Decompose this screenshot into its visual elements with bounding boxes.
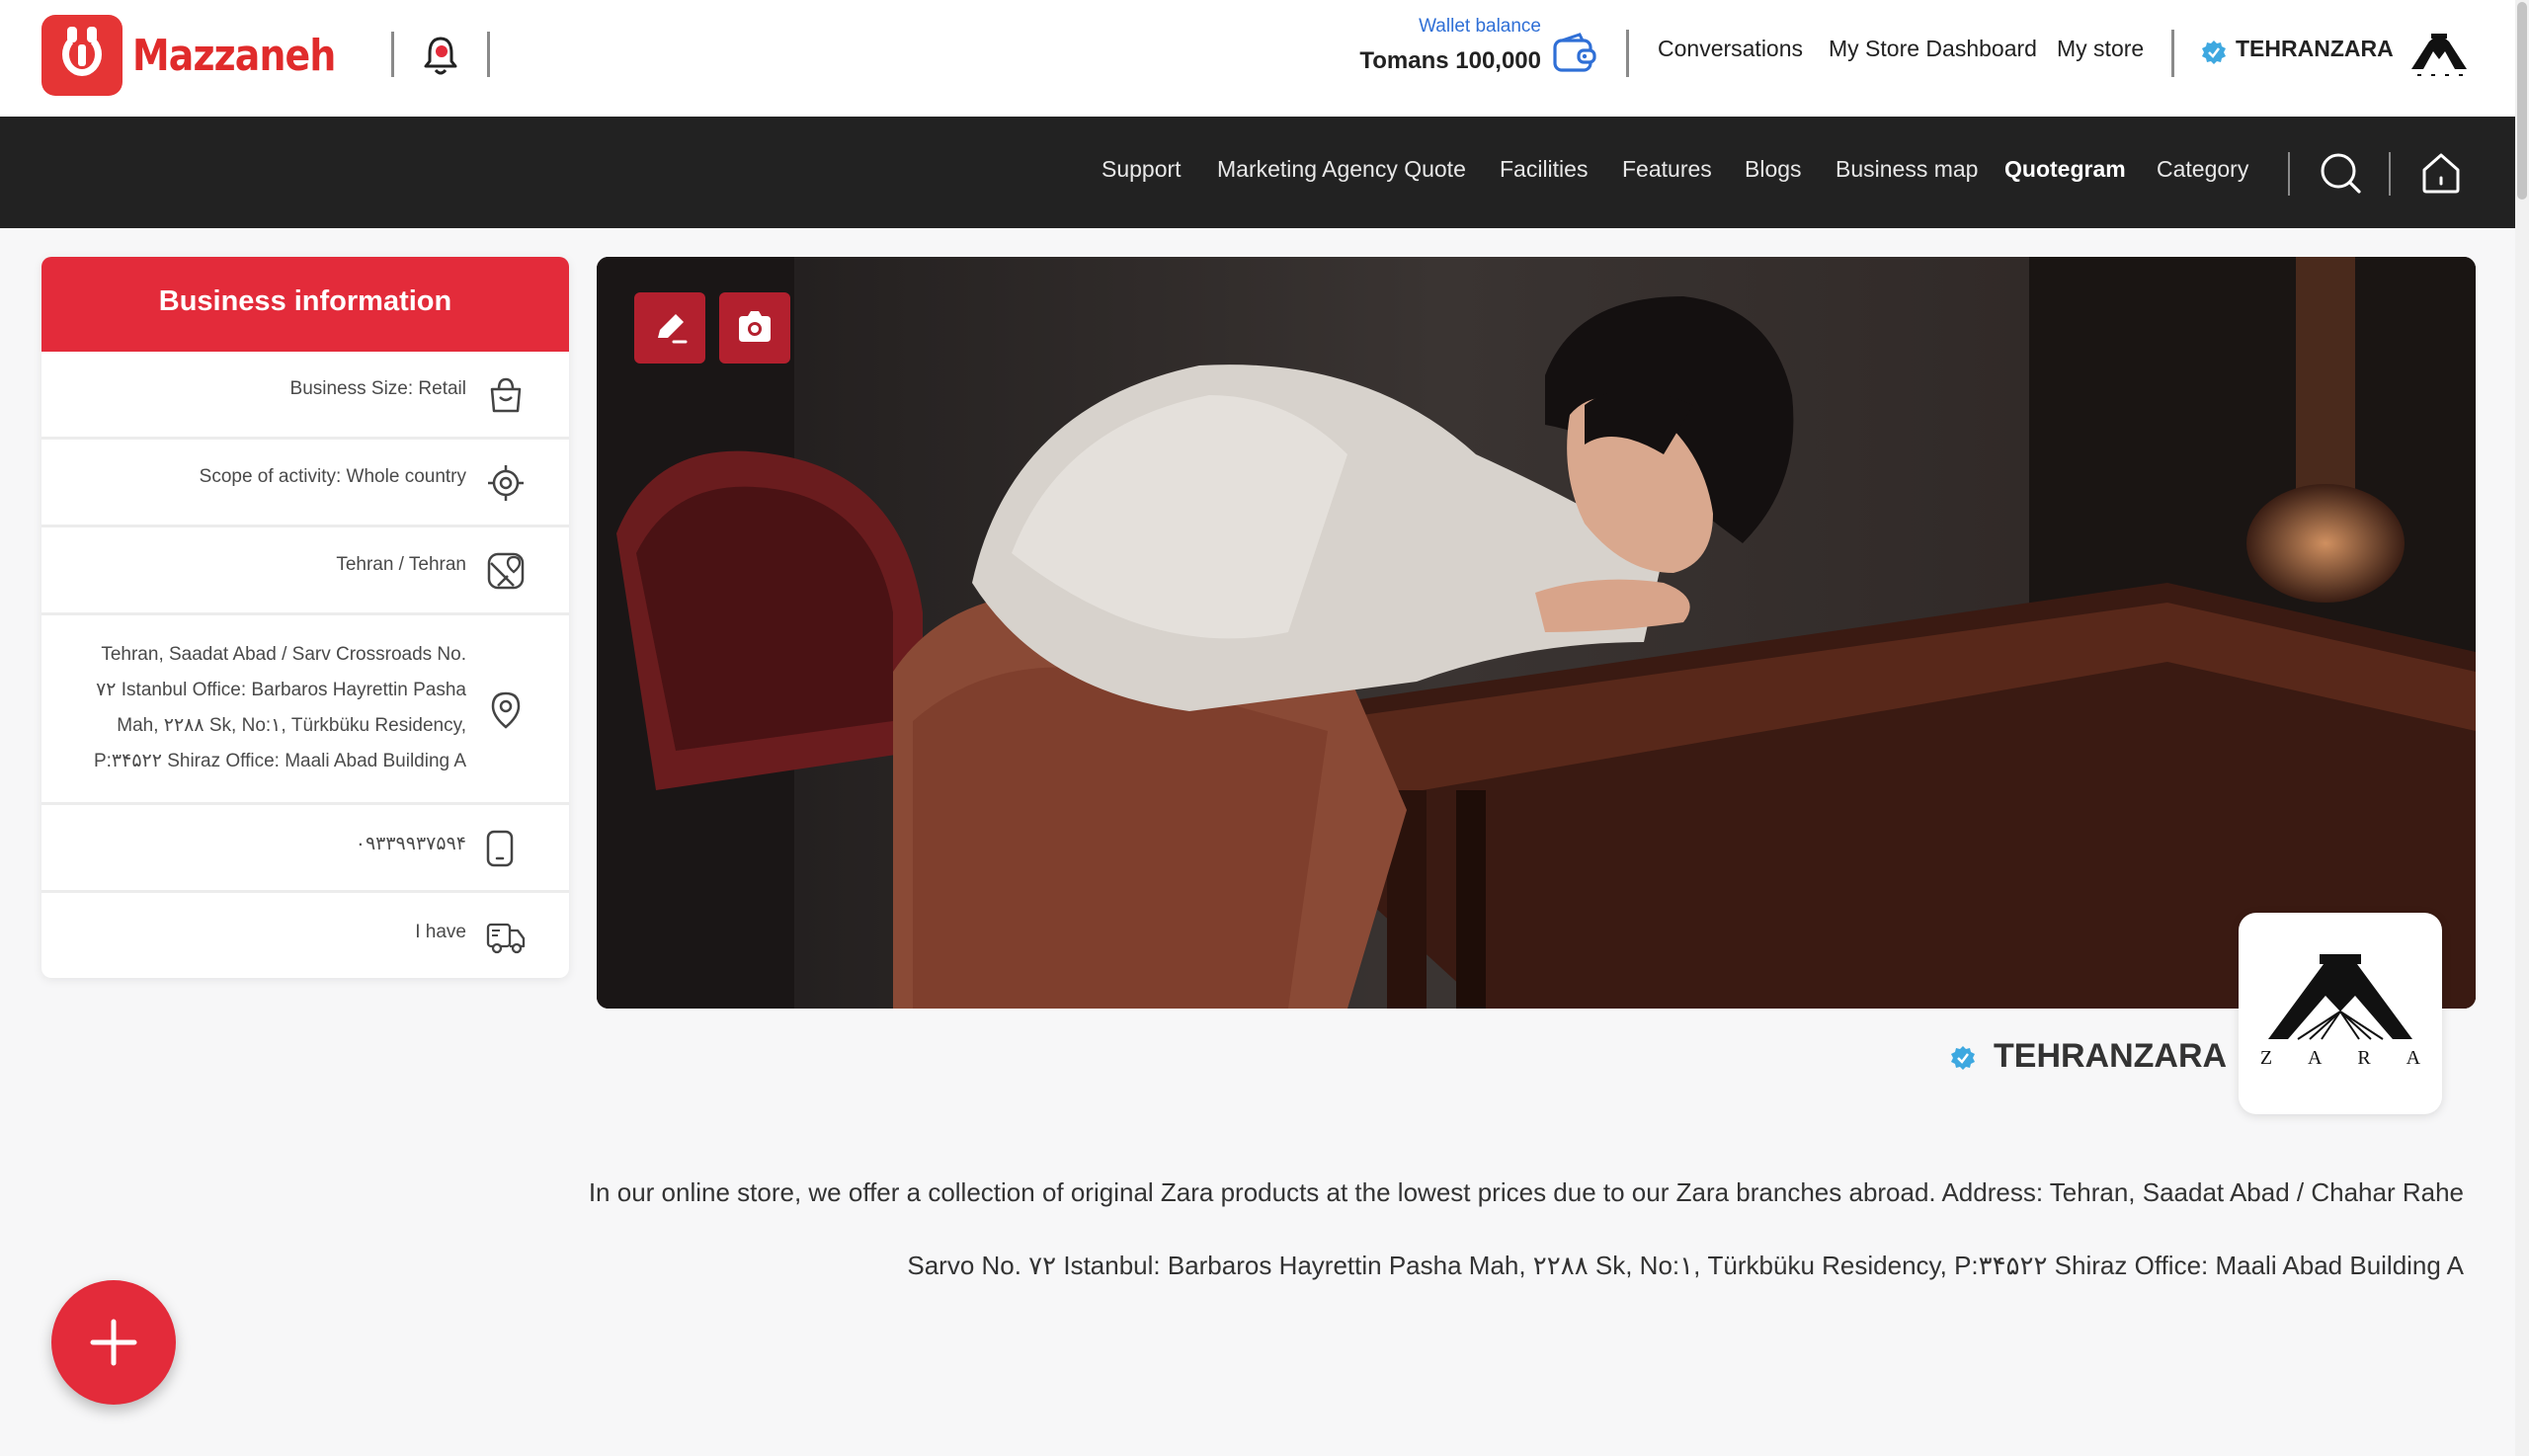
info-row-address: Tehran, Saadat Abad / Sarv Crossroads No…: [41, 615, 569, 805]
nav-facilities[interactable]: Facilities: [1500, 156, 1588, 183]
edit-cover-button[interactable]: [634, 292, 705, 364]
main-nav: Support Marketing Agency Quote Facilitie…: [0, 117, 2515, 228]
store-name: TEHRANZARA: [1994, 1037, 2228, 1075]
top-bar: Mazzaneh Wallet balance Tomans 100,000 C…: [0, 0, 2515, 117]
logo-letters: Z A R A: [2259, 1047, 2421, 1069]
add-button[interactable]: [51, 1280, 176, 1405]
divider: [1626, 30, 1629, 77]
divider: [2171, 30, 2174, 77]
user-name[interactable]: TEHRANZARA: [2236, 36, 2394, 62]
shopping-bag-icon: [490, 377, 522, 413]
info-row-business-size: Business Size: Retail: [41, 352, 569, 440]
divider: [2288, 152, 2290, 196]
nav-features[interactable]: Features: [1622, 156, 1712, 183]
store-logo[interactable]: Z A R A: [2239, 913, 2442, 1114]
notification-bell-icon[interactable]: [421, 35, 460, 78]
nav-support[interactable]: Support: [1101, 156, 1182, 183]
plus-icon: [90, 1319, 137, 1366]
info-row-phone: ۰۹۳۳۹۹۳۷۵۹۴: [41, 805, 569, 893]
info-row-city: Tehran / Tehran: [41, 527, 569, 615]
store-description-line: In our online store, we offer a collecti…: [588, 1177, 2464, 1207]
zara-logo-image: [2268, 954, 2412, 1040]
logo-icon: [41, 15, 122, 96]
nav-business-map[interactable]: Business map: [1836, 156, 1978, 183]
mobile-phone-icon: [486, 830, 514, 867]
site-logo[interactable]: Mazzaneh: [41, 15, 368, 96]
info-row-delivery: I have: [41, 893, 569, 978]
wallet-balance[interactable]: Wallet balance Tomans 100,000: [1353, 16, 1541, 75]
camera-icon: [739, 311, 771, 342]
location-pin-icon: [491, 691, 521, 729]
store-description-line: Sarvo No. ۷۲ Istanbul: Barbaros Hayretti…: [907, 1251, 2464, 1280]
conversations-link[interactable]: Conversations: [1658, 36, 1803, 62]
scope-text: Scope of activity: Whole country: [199, 466, 466, 487]
address-text: Tehran, Saadat Abad / Sarv Crossroads No…: [93, 644, 466, 771]
wallet-icon[interactable]: [1552, 32, 1597, 77]
divider: [391, 32, 394, 77]
nav-marketing-agency-quote[interactable]: Marketing Agency Quote: [1217, 156, 1466, 183]
city-text: Tehran / Tehran: [336, 554, 466, 575]
nav-quotegram[interactable]: Quotegram: [2004, 156, 2126, 183]
info-row-scope: Scope of activity: Whole country: [41, 440, 569, 527]
wallet-label: Wallet balance: [1419, 16, 1541, 37]
delivery-text: I have: [415, 922, 466, 942]
verified-badge-icon: [2202, 40, 2226, 64]
business-info-title: Business information: [41, 257, 569, 352]
change-cover-photo-button[interactable]: [719, 292, 790, 364]
nav-category[interactable]: Category: [2157, 156, 2248, 183]
nav-blogs[interactable]: Blogs: [1745, 156, 1802, 183]
user-avatar[interactable]: [2407, 30, 2471, 79]
phone-text[interactable]: ۰۹۳۳۹۹۳۷۵۹۴: [356, 827, 466, 862]
verified-badge-icon: [1951, 1046, 1975, 1070]
delivery-truck-icon: [486, 923, 526, 954]
pencil-icon: [658, 314, 688, 344]
business-info-card: Business information Business Size: Reta…: [41, 257, 569, 978]
divider: [487, 32, 490, 77]
logo-text: Mazzaneh: [132, 30, 336, 81]
page-scrollbar[interactable]: [2515, 0, 2529, 1456]
my-store-dashboard-link[interactable]: My Store Dashboard: [1829, 36, 2037, 62]
wallet-amount: Tomans 100,000: [1359, 47, 1541, 74]
target-icon: [488, 465, 524, 501]
search-icon[interactable]: [2318, 150, 2363, 196]
map-icon: [487, 552, 525, 590]
store-cover-image: [597, 257, 2476, 1009]
divider: [2389, 152, 2391, 196]
cover-photo: [597, 257, 2476, 1009]
my-store-link[interactable]: My store: [2057, 36, 2144, 62]
home-icon[interactable]: [2418, 150, 2464, 196]
business-size-text: Business Size: Retail: [289, 378, 466, 399]
